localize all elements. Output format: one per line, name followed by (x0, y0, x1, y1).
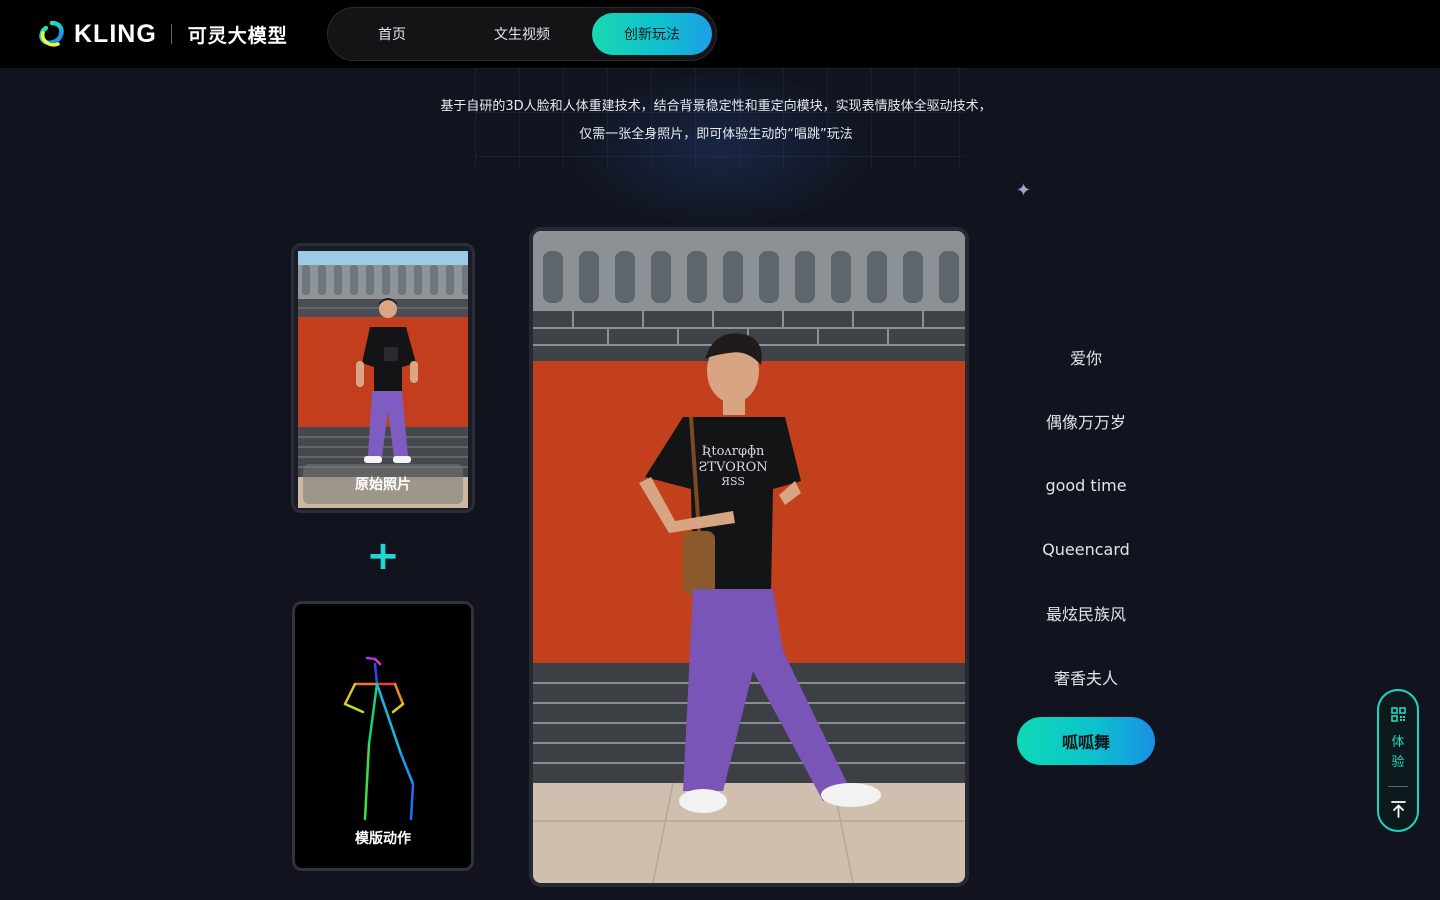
template-motion-label: 模版动作 (355, 831, 411, 847)
svg-text:ЯSS: ЯSS (721, 475, 745, 488)
description-line-1: 基于自研的3D人脸和人体重建技术，结合背景稳定性和重定向模块，实现表情肢体全驱动… (440, 99, 992, 114)
dance-item-lady-shexiang[interactable]: 奢香夫人 (1017, 653, 1155, 701)
dance-item-good-time[interactable]: good time (1017, 461, 1155, 509)
floating-side-widget: 体 验 (1377, 689, 1419, 832)
nav-tab-text-to-video[interactable]: 文生视频 (462, 13, 582, 55)
dance-item-queencard[interactable]: Queencard (1017, 525, 1155, 573)
logo-chinese-name: 可灵大模型 (187, 24, 288, 47)
original-photo-label: 原始照片 (303, 464, 463, 504)
template-motion-card: 模版动作 (292, 601, 474, 871)
kling-logo[interactable]: KLING 可灵大模型 (38, 19, 288, 49)
dance-item-idol[interactable]: 偶像万万岁 (1017, 397, 1155, 445)
dance-template-list: 爱你 偶像万万岁 good time Queencard 最炫民族风 奢香夫人 … (1017, 333, 1155, 781)
try-text-line-2: 验 (1391, 755, 1405, 770)
dance-item-ethnic-style[interactable]: 最炫民族风 (1017, 589, 1155, 637)
dance-item-love-you[interactable]: 爱你 (1017, 333, 1155, 381)
svg-text:ƧTVORON: ƧTVORON (698, 460, 767, 475)
generated-video-preview[interactable]: Ʀtoʌrφɸn ƧTVORON ЯSS (529, 227, 969, 887)
main-nav: 首页 文生视频 创新玩法 (327, 7, 717, 61)
generated-video-frame: Ʀtoʌrφɸn ƧTVORON ЯSS (533, 231, 965, 883)
qr-code-icon[interactable] (1391, 707, 1406, 722)
dance-item-guagua-dance[interactable]: 呱呱舞 (1017, 717, 1155, 765)
try-text-line-1: 体 (1391, 735, 1405, 750)
nav-tab-home[interactable]: 首页 (332, 13, 452, 55)
sparkle-icon: ✦ (1016, 180, 1032, 201)
top-navigation-bar: KLING 可灵大模型 首页 文生视频 创新玩法 (0, 0, 1440, 68)
back-to-top-icon[interactable] (1391, 800, 1406, 818)
logo-divider (170, 24, 172, 44)
widget-divider (1388, 786, 1408, 787)
feature-description: 基于自研的3D人脸和人体重建技术，结合背景稳定性和重定向模块，实现表情肢体全驱动… (0, 93, 1432, 149)
try-it-button[interactable]: 体 验 (1379, 733, 1417, 773)
logo-wordmark: KLING (74, 19, 157, 48)
original-photo-card: 原始照片 (291, 243, 475, 513)
plus-icon: + (366, 533, 400, 579)
kling-logo-icon (39, 20, 64, 47)
nav-tab-creative-play[interactable]: 创新玩法 (592, 13, 712, 55)
description-line-2: 仅需一张全身照片，即可体验生动的“唱跳”玩法 (579, 127, 853, 142)
svg-text:Ʀtoʌrφɸn: Ʀtoʌrφɸn (702, 444, 765, 459)
